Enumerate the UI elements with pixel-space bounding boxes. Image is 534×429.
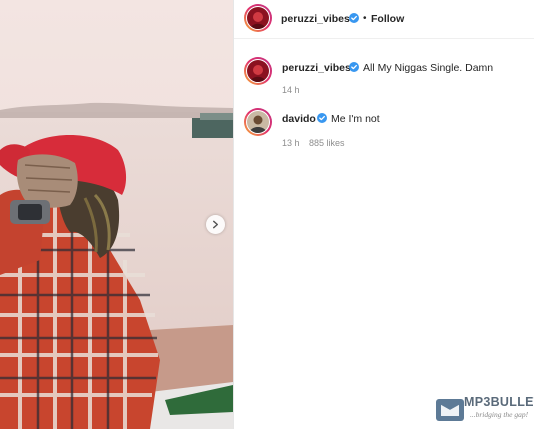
caption-timestamp[interactable]: 14 h — [282, 85, 300, 95]
post-header: peruzzi_vibes • Follow — [234, 0, 534, 39]
watermark-logo-icon — [436, 399, 464, 421]
follow-button[interactable]: Follow — [371, 13, 404, 25]
caption-text: All My Niggas Single. Damn — [363, 62, 494, 74]
verified-badge-icon — [349, 13, 359, 23]
separator-dot: • — [363, 13, 367, 24]
reply-likes[interactable]: 885 likes — [309, 138, 345, 148]
author-username[interactable]: peruzzi_vibes — [281, 13, 350, 25]
reply-username[interactable]: davido — [282, 113, 316, 125]
reply-avatar[interactable] — [244, 108, 272, 136]
photo-image — [0, 0, 233, 429]
chevron-right-icon — [212, 220, 219, 229]
verified-badge-icon — [349, 62, 359, 72]
watermark-tagline: ...bridging the gap! — [470, 410, 529, 419]
post-photo[interactable] — [0, 0, 233, 429]
author-avatar[interactable] — [244, 4, 272, 32]
watermark-title: MP3BULLET — [464, 395, 534, 409]
verified-badge-icon — [317, 113, 327, 123]
caption-username[interactable]: peruzzi_vibes — [282, 62, 351, 74]
reply-timestamp[interactable]: 13 h — [282, 138, 300, 148]
caption-avatar[interactable] — [244, 57, 272, 85]
post-side-panel: peruzzi_vibes • Follow peruzzi_vibes All… — [234, 0, 534, 429]
watermark: MP3BULLET ...bridging the gap! — [433, 393, 534, 429]
next-image-button[interactable] — [206, 215, 225, 234]
reply-text: Me I'm not — [331, 113, 380, 125]
